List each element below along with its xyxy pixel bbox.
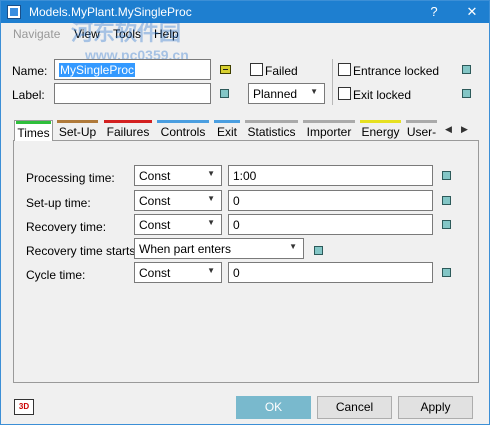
label-label: Label: — [12, 88, 45, 102]
processing-time-type-combo[interactable]: Const ▼ — [134, 165, 222, 186]
divider — [332, 59, 333, 105]
3d-view-button[interactable]: 3D — [14, 399, 34, 415]
entrance-locked-label: Entrance locked — [353, 64, 440, 78]
recovery-time-type-combo[interactable]: Const ▼ — [134, 214, 222, 235]
cycle-time-type-combo[interactable]: Const ▼ — [134, 262, 222, 283]
label-field[interactable] — [54, 83, 211, 104]
menu-navigate[interactable]: Navigate — [13, 27, 60, 41]
entrance-locked-inherit-icon[interactable] — [462, 65, 471, 74]
tab-set-up[interactable]: Set-Up — [56, 120, 99, 140]
status-value: Planned — [253, 87, 298, 101]
label-inherit-icon[interactable] — [220, 89, 229, 98]
tab-color-bar — [104, 120, 152, 123]
status-combo[interactable]: Planned ▼ — [248, 83, 325, 104]
tab-color-bar — [360, 120, 401, 123]
failed-checkbox[interactable] — [250, 63, 263, 76]
tab-scroll-left-icon[interactable]: ◀ — [445, 124, 452, 135]
cycle-time-label: Cycle time: — [26, 268, 86, 282]
cycle-time-inherit-icon[interactable] — [442, 268, 451, 277]
recovery-time-input[interactable]: 0 — [228, 214, 433, 235]
recovery-starts-label: Recovery time starts: — [26, 244, 139, 258]
name-label: Name: — [12, 64, 48, 78]
apply-button[interactable]: Apply — [398, 396, 473, 419]
tab-color-bar — [406, 120, 437, 123]
recovery-time-inherit-icon[interactable] — [442, 220, 451, 229]
processing-time-inherit-icon[interactable] — [442, 171, 451, 180]
tab-statistics[interactable]: Statistics — [244, 120, 299, 140]
exit-locked-label: Exit locked — [353, 88, 412, 102]
recovery-starts-combo[interactable]: When part enters ▼ — [134, 238, 304, 259]
tab-color-bar — [303, 120, 355, 123]
tab-energy[interactable]: Energy — [359, 120, 402, 140]
help-button[interactable]: ? — [425, 3, 443, 21]
recovery-time-label: Recovery time: — [26, 220, 107, 234]
close-button[interactable]: ✕ — [463, 3, 481, 21]
chevron-down-icon: ▼ — [289, 242, 297, 251]
setup-time-label: Set-up time: — [26, 196, 91, 210]
chevron-down-icon: ▼ — [207, 169, 215, 178]
tab-times[interactable]: Times — [14, 120, 53, 141]
dialog-window: Models.MyPlant.MySingleProc ? ✕ Navigate… — [0, 0, 490, 425]
tab-color-bar — [245, 120, 298, 123]
tab-failures[interactable]: Failures — [103, 120, 153, 140]
app-icon — [7, 5, 21, 19]
name-field[interactable]: MySingleProc — [54, 59, 211, 80]
chevron-down-icon: ▼ — [207, 218, 215, 227]
tab-color-bar — [16, 121, 51, 124]
tab-exit[interactable]: Exit — [213, 120, 241, 140]
tab-scroll-right-icon[interactable]: ▶ — [461, 124, 468, 135]
entrance-locked-checkbox[interactable] — [338, 63, 351, 76]
chevron-down-icon: ▼ — [310, 87, 318, 96]
tab-color-bar — [57, 120, 98, 123]
tab-color-bar — [157, 120, 209, 123]
cycle-time-input[interactable]: 0 — [228, 262, 433, 283]
tab-controls[interactable]: Controls — [156, 120, 210, 140]
failed-label: Failed — [265, 64, 298, 78]
setup-time-inherit-icon[interactable] — [442, 196, 451, 205]
tab-user[interactable]: User- — [405, 120, 438, 140]
name-inherit-icon[interactable] — [220, 65, 231, 74]
recovery-starts-inherit-icon[interactable] — [314, 246, 323, 255]
exit-locked-inherit-icon[interactable] — [462, 89, 471, 98]
chevron-down-icon: ▼ — [207, 194, 215, 203]
name-value: MySingleProc — [59, 63, 136, 77]
chevron-down-icon: ▼ — [207, 266, 215, 275]
tab-importer[interactable]: Importer — [302, 120, 356, 140]
processing-time-label: Processing time: — [26, 171, 115, 185]
tab-color-bar — [214, 120, 240, 123]
cancel-button[interactable]: Cancel — [317, 396, 392, 419]
setup-time-input[interactable]: 0 — [228, 190, 433, 211]
watermark-text: 河东软件园 — [71, 20, 182, 45]
exit-locked-checkbox[interactable] — [338, 87, 351, 100]
processing-time-input[interactable]: 1:00 — [228, 165, 433, 186]
ok-button[interactable]: OK — [236, 396, 311, 419]
setup-time-type-combo[interactable]: Const ▼ — [134, 190, 222, 211]
